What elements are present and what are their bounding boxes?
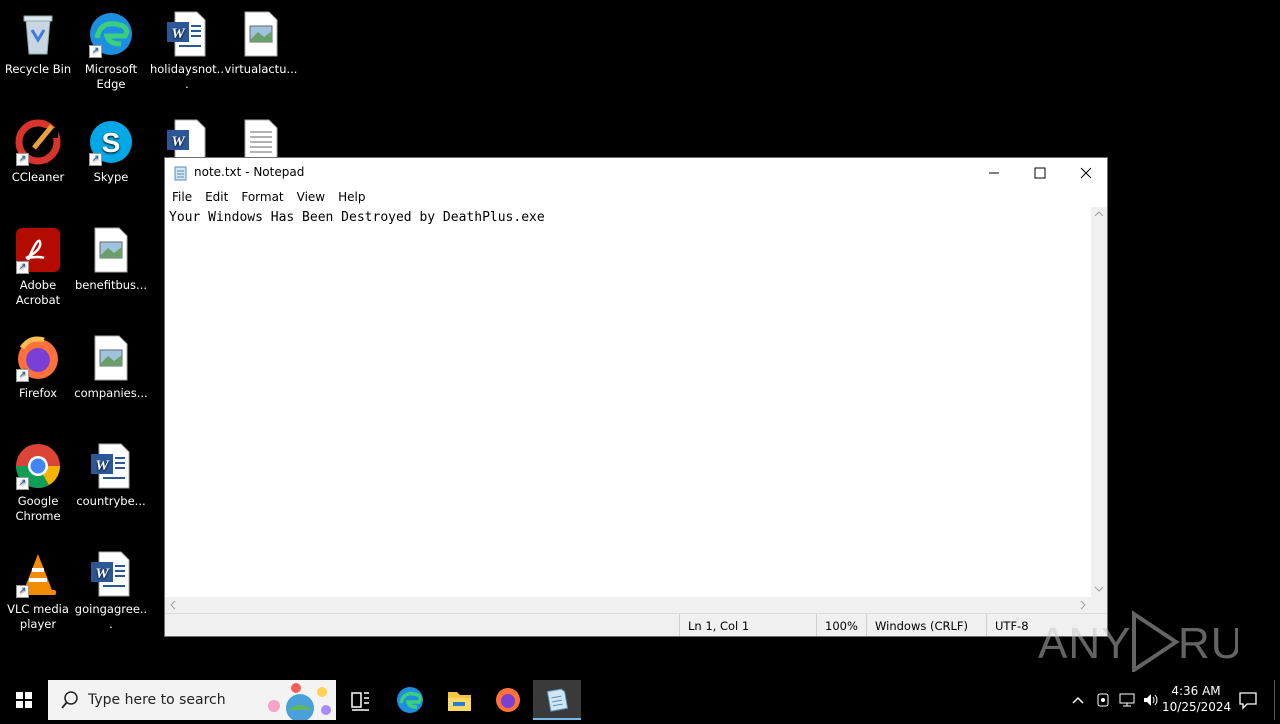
skype-icon: S ↗ — [87, 118, 135, 166]
shortcut-arrow-icon: ↗ — [16, 261, 29, 274]
word-document-icon: W — [87, 550, 135, 598]
svg-text:W: W — [95, 566, 110, 582]
taskbar-firefox[interactable] — [484, 680, 532, 720]
show-desktop-button[interactable] — [1274, 680, 1280, 720]
desktop-icon-virtualactu[interactable]: virtualactu... — [223, 6, 299, 77]
status-line-ending: Windows (CRLF) — [875, 619, 969, 633]
title-bar[interactable]: note.txt - Notepad — [165, 158, 1107, 188]
svg-text:W: W — [171, 26, 186, 42]
window-title: note.txt - Notepad — [194, 165, 305, 179]
folder-icon — [448, 692, 471, 711]
menu-file[interactable]: File — [165, 188, 198, 204]
search-icon — [61, 691, 78, 709]
close-button[interactable] — [1063, 158, 1109, 188]
taskbar-notepad[interactable] — [533, 680, 581, 720]
vlc-cone-icon: ↗ — [14, 550, 62, 598]
desktop-icon-microsoft-edge[interactable]: ↗ Microsoft Edge — [73, 6, 149, 92]
desktop-icon-companies[interactable]: companies... — [73, 330, 149, 401]
clock-date: 10/25/2024 — [1162, 700, 1232, 714]
maximize-icon — [1034, 167, 1046, 179]
desktop-icon-ccleaner[interactable]: ↗ CCleaner — [0, 114, 76, 185]
shortcut-arrow-icon: ↗ — [16, 369, 29, 382]
desktop-icon-recycle-bin[interactable]: Recycle Bin — [0, 6, 76, 77]
windows-logo-icon — [16, 692, 32, 708]
shortcut-arrow-icon: ↗ — [89, 153, 102, 166]
desktop-icon-holidaysnot[interactable]: W holidaysnot... — [149, 6, 225, 92]
shortcut-arrow-icon: ↗ — [89, 45, 102, 58]
adobe-acrobat-icon: ↗ — [14, 226, 62, 274]
maximize-button[interactable] — [1017, 158, 1063, 188]
svg-text:W: W — [95, 458, 110, 474]
firefox-icon: ↗ — [14, 334, 62, 382]
search-box[interactable]: Type here to search — [48, 680, 336, 720]
anyrun-logo-icon: ANY RUN — [1038, 610, 1238, 672]
close-icon — [1080, 167, 1092, 179]
desktop-icon-goingagree[interactable]: W goingagree... — [73, 546, 149, 632]
svg-text:RUN: RUN — [1178, 619, 1238, 668]
image-file-icon — [87, 334, 135, 382]
desktop-icon-benefitbus[interactable]: benefitbus... — [73, 222, 149, 293]
image-file-icon — [237, 10, 285, 58]
menu-format[interactable]: Format — [234, 188, 289, 204]
tray-chevron-up-icon[interactable] — [1071, 693, 1085, 707]
svg-text:W: W — [171, 134, 186, 150]
desktop-icon-adobe-acrobat[interactable]: ↗ Adobe Acrobat — [0, 222, 76, 308]
network-icon[interactable] — [1118, 692, 1136, 708]
scroll-arrows-icon — [1094, 211, 1104, 592]
scroll-arrows-icon — [170, 600, 1086, 610]
ccleaner-icon: ↗ — [14, 118, 62, 166]
desktop-icon-skype[interactable]: S ↗ Skype — [73, 114, 149, 185]
desktop-icon-countrybe[interactable]: W countrybe... — [73, 438, 149, 509]
svg-text:ANY: ANY — [1038, 619, 1131, 668]
image-file-icon — [87, 226, 135, 274]
status-encoding: UTF-8 — [995, 619, 1029, 633]
menu-help[interactable]: Help — [331, 188, 371, 204]
menu-edit[interactable]: Edit — [198, 188, 234, 204]
word-document-icon: W — [87, 442, 135, 490]
clock-time: 4:36 AM — [1171, 684, 1221, 698]
menu-bar: File Edit Format View Help — [165, 188, 1107, 207]
svg-text:S: S — [102, 127, 121, 158]
chrome-icon: ↗ — [14, 442, 62, 490]
tray-device-icon[interactable] — [1095, 692, 1111, 708]
word-document-icon: W — [163, 10, 211, 58]
notepad-icon — [546, 688, 569, 712]
shortcut-arrow-icon: ↗ — [16, 477, 29, 490]
desktop-icon-google-chrome[interactable]: ↗ Google Chrome — [0, 438, 76, 524]
notifications-icon[interactable] — [1238, 690, 1258, 710]
edge-icon — [397, 687, 423, 713]
desktop-icon-firefox[interactable]: ↗ Firefox — [0, 330, 76, 401]
status-cursor-position: Ln 1, Col 1 — [688, 619, 750, 633]
taskbar-edge[interactable] — [386, 680, 434, 720]
notepad-icon — [174, 165, 188, 181]
clock[interactable]: 4:36 AM 10/25/2024 — [1162, 683, 1232, 715]
desktop-icon-vlc[interactable]: ↗ VLC media player — [0, 546, 76, 632]
volume-icon[interactable] — [1142, 692, 1160, 708]
recycle-bin-icon — [14, 10, 62, 58]
task-view-icon — [351, 692, 369, 711]
search-placeholder: Type here to search — [88, 692, 226, 708]
start-button[interactable] — [0, 680, 48, 720]
edge-icon: ↗ — [87, 10, 135, 58]
notepad-window[interactable]: note.txt - Notepad File Edit Format View Hel… — [164, 157, 1108, 637]
search-highlight-icon — [268, 683, 331, 720]
menu-view[interactable]: View — [290, 188, 331, 204]
task-view-button[interactable] — [336, 680, 384, 720]
taskbar: Type here to search 4:36 AM 10/25/2024 — [0, 680, 1280, 720]
text-editor[interactable]: Your Windows Has Been Destroyed by Death… — [165, 207, 1091, 597]
vertical-scrollbar[interactable] — [1091, 207, 1107, 597]
horizontal-scrollbar[interactable] — [165, 597, 1091, 614]
firefox-icon — [496, 688, 520, 712]
shortcut-arrow-icon: ↗ — [16, 153, 29, 166]
shortcut-arrow-icon: ↗ — [16, 585, 29, 598]
minimize-button[interactable] — [971, 158, 1017, 188]
status-bar: Ln 1, Col 1 100% Windows (CRLF) UTF-8 — [165, 613, 1107, 636]
taskbar-file-explorer[interactable] — [435, 680, 483, 720]
minimize-icon — [989, 172, 999, 174]
status-zoom: 100% — [825, 619, 858, 633]
